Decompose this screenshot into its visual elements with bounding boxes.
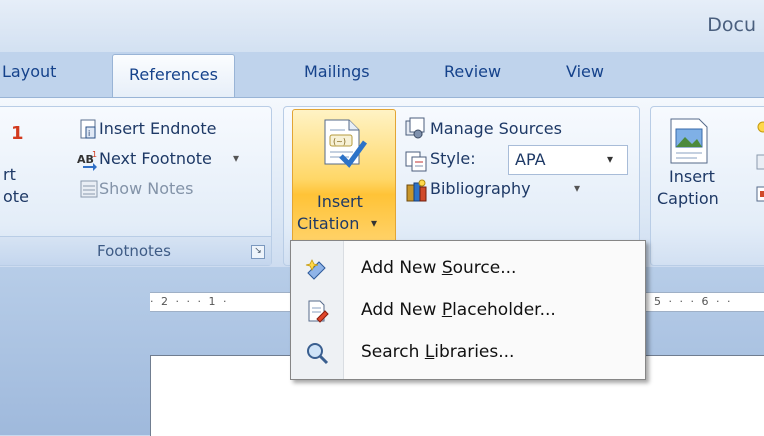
menu-item-search-libraries[interactable]: Search Libraries... [291, 333, 645, 373]
insert-caption-label-line2[interactable]: Caption [657, 189, 719, 208]
tab-references[interactable]: References [112, 54, 235, 98]
tab-mailings[interactable]: Mailings [304, 62, 370, 81]
title-bar: Docu [0, 0, 764, 52]
insert-endnote-icon: i [80, 119, 96, 139]
add-source-icon [305, 259, 326, 280]
tab-layout[interactable]: Layout [2, 62, 56, 81]
insert-endnote-button[interactable]: Insert Endnote [99, 119, 216, 138]
cross-reference-icon [756, 186, 764, 202]
svg-text:(~): (~) [333, 137, 346, 146]
style-select-chevron-down-icon[interactable]: ▾ [607, 152, 613, 166]
manage-sources-button[interactable]: Manage Sources [430, 119, 562, 138]
style-icon [405, 151, 427, 172]
insert-footnote-icon: 1 [11, 123, 24, 144]
footnotes-group-label: Footnotes [0, 236, 271, 265]
show-notes-icon [80, 180, 98, 198]
next-footnote-icon: AB 1 [77, 150, 97, 171]
show-notes-button[interactable]: Show Notes [99, 179, 193, 198]
manage-sources-icon [405, 117, 425, 139]
svg-text:i: i [88, 129, 90, 138]
captions-group: Insert Caption [650, 106, 764, 266]
menu-item-label: Search Libraries... [361, 342, 515, 362]
search-libraries-icon [307, 343, 329, 365]
insert-citation-label-line1: Insert [317, 192, 363, 211]
insert-citation-icon: (~) [324, 119, 368, 168]
bibliography-icon [406, 179, 427, 202]
svg-text:1: 1 [11, 123, 24, 144]
footnotes-group-label-text: Footnotes [97, 242, 171, 260]
update-table-icon [756, 154, 764, 170]
style-select-value: APA [515, 150, 546, 169]
insert-footnote-label-line1[interactable]: rt [3, 165, 16, 184]
insert-caption-label-line1[interactable]: Insert [669, 167, 715, 186]
insert-citation-dropdown-icon: ▾ [371, 216, 378, 230]
tab-review[interactable]: Review [444, 62, 501, 81]
insert-footnote-label-line2[interactable]: ote [3, 187, 29, 206]
insert-table-of-figures-icon [757, 121, 764, 133]
insert-citation-menu: Add New Source... Add New Placeholder...… [290, 240, 646, 380]
bibliography-dropdown-icon[interactable]: ▾ [574, 181, 580, 195]
tab-view[interactable]: View [566, 62, 604, 81]
ribbon-tab-row: Layout References Mailings Review View [0, 52, 764, 98]
style-select[interactable]: APA ▾ [508, 145, 628, 175]
next-footnote-dropdown-icon[interactable]: ▾ [233, 151, 239, 165]
menu-item-add-new-placeholder[interactable]: Add New Placeholder... [291, 291, 645, 331]
insert-caption-icon [670, 118, 708, 164]
menu-item-label: Add New Placeholder... [361, 300, 556, 320]
footnotes-dialog-launcher-icon[interactable]: ↘ [251, 245, 265, 259]
next-footnote-button[interactable]: Next Footnote [99, 149, 212, 168]
insert-citation-label-line2: Citation [297, 214, 360, 233]
ruler-right-marks: 5 · · · 6 · · [654, 295, 733, 308]
ruler-left-marks: · 2 · · · 1 · [150, 295, 229, 308]
menu-item-label: Add New Source... [361, 258, 517, 278]
add-placeholder-icon [308, 300, 329, 323]
bibliography-button[interactable]: Bibliography [430, 179, 531, 198]
style-label: Style: [430, 149, 476, 168]
footnotes-group: 1 rt ote i Insert Endnote AB 1 Next Foot… [0, 106, 272, 266]
svg-text:1: 1 [92, 150, 97, 159]
menu-item-add-new-source[interactable]: Add New Source... [291, 249, 645, 289]
window-title: Docu [707, 14, 756, 36]
